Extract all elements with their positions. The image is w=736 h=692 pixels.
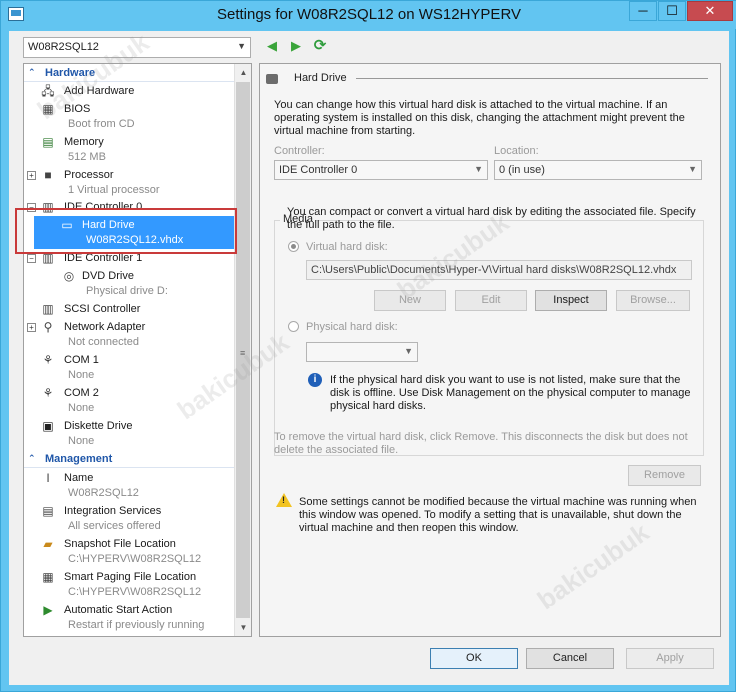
- grip-icon: ≡: [240, 348, 246, 358]
- details-group-title: Hard Drive: [294, 72, 347, 84]
- virtual-hard-disk-radio[interactable]: [288, 241, 299, 252]
- info-icon: i: [308, 373, 322, 387]
- com-port-icon: ⚘: [42, 353, 54, 367]
- inspect-button[interactable]: Inspect: [535, 290, 607, 311]
- ide-controller-icon: ▥: [42, 200, 54, 214]
- virtual-hard-disk-label: Virtual hard disk:: [306, 241, 388, 253]
- remove-button[interactable]: Remove: [628, 465, 701, 486]
- tree-item-add-hardware[interactable]: 🖧 Add Hardware: [24, 83, 235, 100]
- tree-item-automatic-start-action[interactable]: ▶ Automatic Start Action Restart if prev…: [24, 601, 235, 634]
- physical-hard-disk-label: Physical hard disk:: [306, 321, 398, 333]
- dvd-disc-icon: ◎: [63, 269, 75, 283]
- tree-item-com-1[interactable]: ⚘ COM 1 None: [24, 351, 235, 384]
- scsi-controller-icon: ▥: [42, 302, 54, 316]
- virtual-hard-disk-path-field[interactable]: C:\Users\Public\Documents\Hyper-V\Virtua…: [306, 260, 692, 280]
- minimize-button[interactable]: ─: [629, 1, 657, 21]
- tree-item-scsi-controller[interactable]: ▥ SCSI Controller: [24, 301, 235, 318]
- tree-item-network-adapter[interactable]: + ⚲ Network Adapter Not connected: [24, 318, 235, 351]
- tree-item-snapshot-file-location[interactable]: ▰ Snapshot File Location C:\HYPERV\W08R2…: [24, 535, 235, 568]
- refresh-icon[interactable]: ⟳: [313, 38, 327, 53]
- automatic-start-icon: ▶: [43, 603, 53, 617]
- diskette-icon: ▣: [42, 419, 54, 433]
- controller-label: Controller:: [274, 145, 325, 157]
- title-divider: [356, 78, 708, 79]
- running-vm-warning-text: Some settings cannot be modified because…: [299, 496, 697, 534]
- edit-button[interactable]: Edit: [455, 290, 527, 311]
- vm-selector-dropdown[interactable]: W08R2SQL12 ▼: [23, 37, 251, 58]
- expand-plus-icon[interactable]: +: [27, 171, 36, 180]
- hard-drive-details-panel: Hard Drive You can change how this virtu…: [259, 63, 721, 637]
- tree-item-dvd-drive[interactable]: ◎ DVD Drive Physical drive D:: [24, 267, 235, 300]
- scroll-up-arrow-icon[interactable]: ▲: [235, 64, 251, 81]
- tree-item-ide-controller-1[interactable]: − ▥ IDE Controller 1: [24, 250, 235, 267]
- title-bar[interactable]: Settings for W08R2SQL12 on WS12HYPERV ─ …: [1, 1, 736, 29]
- tree-item-integration-services[interactable]: ▤ Integration Services All services offe…: [24, 502, 235, 535]
- settings-window: Settings for W08R2SQL12 on WS12HYPERV ─ …: [0, 0, 736, 692]
- network-adapter-icon: ⚲: [43, 320, 53, 334]
- location-dropdown[interactable]: 0 (in use) ▼: [494, 160, 702, 180]
- tree-item-processor[interactable]: + ■ Processor 1 Virtual processor: [24, 166, 235, 199]
- location-label: Location:: [494, 145, 539, 157]
- chevron-down-icon: ▼: [688, 164, 697, 174]
- browse-button[interactable]: Browse...: [616, 290, 690, 311]
- remove-help-text: To remove the virtual hard disk, click R…: [274, 431, 688, 456]
- name-tag-icon: I: [46, 471, 50, 485]
- tree-item-name[interactable]: I Name W08R2SQL12: [24, 469, 235, 502]
- tree-item-memory[interactable]: ▤ Memory 512 MB: [24, 133, 235, 166]
- chevron-down-icon: ▼: [474, 164, 483, 174]
- tree-scrollbar[interactable]: ▲ ≡ ▼: [234, 64, 251, 636]
- previous-arrow-icon[interactable]: ◀: [265, 39, 279, 53]
- vm-selector-value: W08R2SQL12: [28, 41, 99, 53]
- hard-drive-icon: ▭: [61, 218, 73, 232]
- chevron-down-icon: ▼: [404, 346, 413, 356]
- ok-button[interactable]: OK: [430, 648, 518, 669]
- maximize-button[interactable]: ☐: [658, 1, 686, 21]
- processor-icon: ■: [44, 168, 52, 182]
- media-group: [274, 220, 704, 456]
- memory-icon: ▤: [42, 135, 54, 149]
- integration-services-icon: ▤: [42, 504, 54, 518]
- bios-chip-icon: ▦: [42, 102, 54, 116]
- intro-text: You can change how this virtual hard dis…: [274, 99, 685, 137]
- location-value: 0 (in use): [499, 164, 545, 176]
- chevron-down-icon: ▼: [237, 41, 246, 51]
- new-button[interactable]: New: [374, 290, 446, 311]
- management-section-header[interactable]: ⌃ Management: [24, 452, 235, 468]
- scroll-down-arrow-icon[interactable]: ▼: [235, 619, 251, 636]
- collapse-minus-icon[interactable]: −: [27, 203, 36, 212]
- collapse-minus-icon[interactable]: −: [27, 254, 36, 263]
- tree-item-bios[interactable]: ▦ BIOS Boot from CD: [24, 100, 235, 133]
- smart-paging-icon: ▦: [42, 570, 54, 584]
- settings-tree[interactable]: ⌃ Hardware 🖧 Add Hardware ▦ BIOS Boot fr…: [23, 63, 252, 637]
- ide-controller-icon: ▥: [42, 251, 54, 265]
- physical-disk-info-text: If the physical hard disk you want to us…: [330, 374, 691, 412]
- collapse-chevron-icon[interactable]: ⌃: [28, 67, 36, 78]
- close-button[interactable]: ✕: [687, 1, 733, 21]
- cancel-button[interactable]: Cancel: [526, 648, 614, 669]
- tree-item-ide-controller-0[interactable]: − ▥ IDE Controller 0: [24, 199, 235, 216]
- snapshot-folder-icon: ▰: [43, 537, 53, 551]
- hard-drive-icon: [266, 74, 278, 84]
- expand-plus-icon[interactable]: +: [27, 323, 36, 332]
- window-title: Settings for W08R2SQL12 on WS12HYPERV: [216, 6, 522, 23]
- hardware-section-header[interactable]: ⌃ Hardware: [24, 66, 235, 82]
- media-text: You can compact or convert a virtual har…: [287, 206, 696, 231]
- physical-hard-disk-dropdown[interactable]: ▼: [306, 342, 418, 362]
- apply-button[interactable]: Apply: [626, 648, 714, 669]
- collapse-chevron-icon[interactable]: ⌃: [28, 453, 36, 464]
- window-client-area: W08R2SQL12 ▼ ◀ ▶ ⟳ ⌃ Hardware 🖧 Add Hard…: [9, 27, 729, 685]
- tree-item-com-2[interactable]: ⚘ COM 2 None: [24, 384, 235, 417]
- scrollbar-thumb[interactable]: ≡: [236, 82, 250, 618]
- tree-item-smart-paging-file-location[interactable]: ▦ Smart Paging File Location C:\HYPERV\W…: [24, 568, 235, 601]
- next-arrow-icon[interactable]: ▶: [289, 39, 303, 53]
- tree-item-hard-drive[interactable]: ▭ Hard Drive W08R2SQL12.vhdx: [34, 216, 235, 249]
- controller-value: IDE Controller 0: [279, 164, 358, 176]
- com-port-icon: ⚘: [42, 386, 54, 400]
- tree-item-diskette-drive[interactable]: ▣ Diskette Drive None: [24, 417, 235, 450]
- warning-icon: !: [276, 493, 292, 507]
- add-hardware-icon: 🖧: [41, 84, 55, 98]
- physical-hard-disk-radio[interactable]: [288, 321, 299, 332]
- controller-dropdown[interactable]: IDE Controller 0 ▼: [274, 160, 488, 180]
